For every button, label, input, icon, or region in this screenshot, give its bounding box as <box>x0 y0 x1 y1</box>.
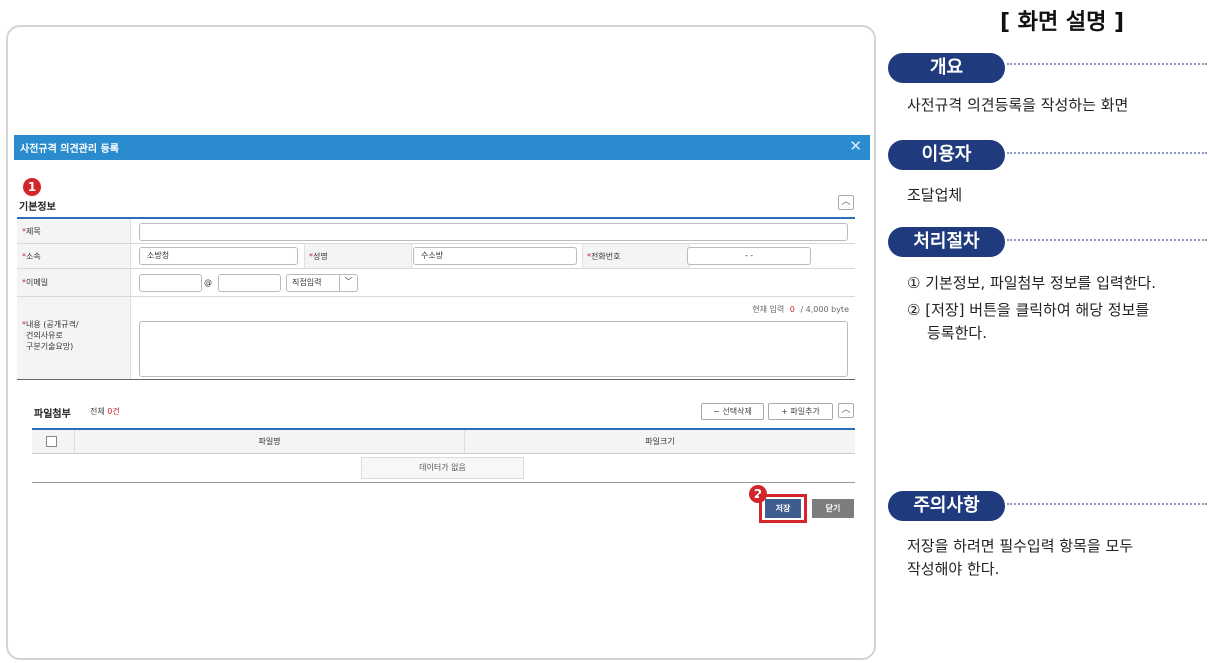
caution-heading: 주의사항 <box>888 491 1005 521</box>
phone-input[interactable]: - - <box>687 247 811 265</box>
content-textarea[interactable] <box>139 321 848 377</box>
modal-header: 사전규격 의견관리 등록 ✕ <box>14 135 870 160</box>
email-row: *이메일 @ 직접입력 ﹀ <box>17 269 855 297</box>
close-icon[interactable]: ✕ <box>849 137 862 155</box>
user-text: 조달업체 <box>907 186 963 204</box>
process-step-2-cont: 등록한다. <box>927 324 987 342</box>
modal-title: 사전규격 의견관리 등록 <box>20 144 119 155</box>
caution-text-1: 저장을 하려면 필수입력 항목을 모두 <box>907 537 1134 555</box>
delete-selected-button[interactable]: − 선택삭제 <box>701 403 764 420</box>
save-button[interactable]: 저장 <box>765 499 801 518</box>
select-all-checkbox[interactable] <box>46 436 57 447</box>
email-domain-input[interactable] <box>218 274 281 292</box>
email-domain-select[interactable]: 직접입력 ﹀ <box>286 274 358 292</box>
empty-data-message: 데이터가 없음 <box>361 457 524 479</box>
process-divider <box>1007 239 1207 241</box>
chevron-down-icon[interactable]: ﹀ <box>339 275 357 291</box>
attach-grid-body: 데이터가 없음 <box>32 455 855 483</box>
title-input[interactable] <box>139 223 848 241</box>
title-label: *제목 <box>17 219 131 243</box>
process-heading: 처리절차 <box>888 227 1005 257</box>
user-divider <box>1007 152 1207 154</box>
attach-title: 파일첨부 <box>34 409 71 420</box>
content-row: *내용 (공개규격/ 건의사유로 구분기술요망) 현재 입력 0 / 4,000… <box>17 297 855 380</box>
title-row: *제목 <box>17 219 855 244</box>
caution-text-2: 작성해야 한다. <box>907 560 1000 578</box>
attach-grid-header: 파일명 파일크기 <box>32 428 855 454</box>
byte-counter: 현재 입력 0 / 4,000 byte <box>752 305 849 314</box>
close-button[interactable]: 닫기 <box>812 499 854 518</box>
column-file-name: 파일명 <box>74 430 464 453</box>
column-file-size: 파일크기 <box>464 430 855 453</box>
attach-collapse-button[interactable]: ︿ <box>838 403 854 418</box>
email-at-sign: @ <box>204 278 212 287</box>
phone-label: *전화번호 <box>582 244 690 268</box>
overview-text: 사전규격 의견등록을 작성하는 화면 <box>907 96 1129 114</box>
dept-label: *소속 <box>17 244 131 268</box>
content-label: *내용 (공개규격/ 건의사유로 구분기술요망) <box>17 297 131 379</box>
basic-collapse-button[interactable]: ︿ <box>838 195 854 210</box>
dept-input[interactable]: 소방청 <box>139 247 298 265</box>
description-title: [ 화면 설명 ] <box>1000 10 1125 35</box>
name-label: *성명 <box>304 244 412 268</box>
step-marker-1: 1 <box>23 178 41 196</box>
overview-divider <box>1007 63 1207 65</box>
process-step-2: ② [저장] 버튼을 클릭하여 해당 정보를 <box>907 301 1150 319</box>
name-input[interactable]: 수소방 <box>413 247 577 265</box>
process-step-1: ① 기본정보, 파일첨부 정보를 입력한다. <box>907 274 1157 292</box>
overview-heading: 개요 <box>888 53 1005 83</box>
add-file-button[interactable]: + 파일추가 <box>768 403 833 420</box>
caution-divider <box>1007 503 1207 505</box>
dept-row: *소속 소방청 *성명 수소방 *전화번호 - - <box>17 244 855 269</box>
email-label: *이메일 <box>17 269 131 296</box>
email-id-input[interactable] <box>139 274 202 292</box>
basic-info-form: *제목 *소속 소방청 *성명 수소방 *전화번호 - - *이메일 @ 직접입… <box>17 217 855 380</box>
basic-info-title: 기본정보 <box>19 202 56 213</box>
attach-count: 전체 0건 <box>90 407 120 416</box>
user-heading: 이용자 <box>888 140 1005 170</box>
